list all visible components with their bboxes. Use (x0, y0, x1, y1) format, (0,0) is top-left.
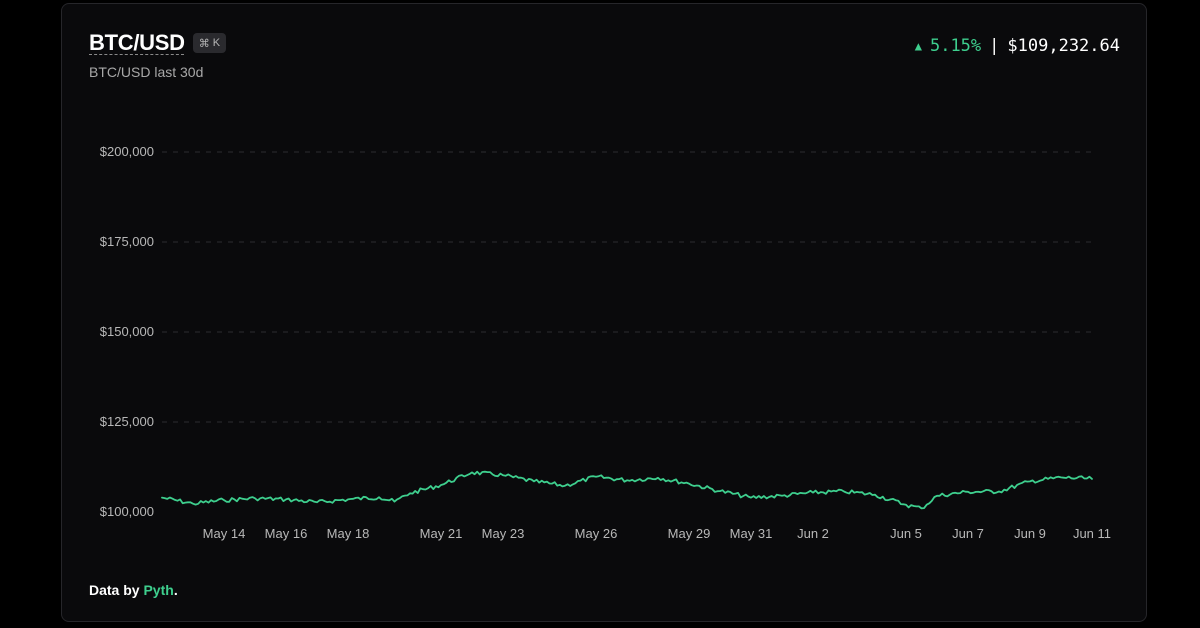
x-tick-label: May 31 (730, 526, 773, 541)
price-card: BTC/USD ⌘ K BTC/USD last 30d ▲ 5.15% | $… (61, 3, 1147, 622)
series-layer (161, 470, 1093, 510)
y-tick-label: $200,000 (100, 144, 154, 159)
y-tick-label: $100,000 (100, 504, 154, 519)
y-tick-label: $125,000 (100, 414, 154, 429)
x-tick-label: May 18 (327, 526, 370, 541)
x-tick-label: Jun 9 (1014, 526, 1046, 541)
footer-suffix: . (173, 582, 178, 598)
price-chart: $100,000 $125,000 $150,000 $175,000 $200,000… (100, 144, 1111, 541)
pyth-link[interactable]: Pyth (143, 582, 173, 598)
y-tick-label: $175,000 (100, 234, 154, 249)
x-tick-label: Jun 11 (1073, 526, 1111, 541)
x-axis-ticks: May 14 May 16 May 18 May 21 May 23 May 26 May … (203, 526, 1111, 541)
x-tick-label: Jun 2 (797, 526, 829, 541)
y-tick-label: $150,000 (100, 324, 154, 339)
x-tick-label: May 14 (203, 526, 246, 541)
x-tick-label: May 16 (265, 526, 308, 541)
series-line (161, 470, 1093, 510)
grid-lines (162, 151, 1092, 423)
x-tick-label: May 29 (668, 526, 711, 541)
x-tick-label: May 26 (575, 526, 618, 541)
footer-attribution: Data by Pyth. (89, 582, 178, 598)
footer-prefix: Data by (89, 582, 144, 598)
x-tick-label: May 23 (482, 526, 525, 541)
x-tick-label: May 21 (420, 526, 463, 541)
x-tick-label: Jun 7 (952, 526, 984, 541)
x-tick-label: Jun 5 (890, 526, 922, 541)
y-axis-ticks: $100,000 $125,000 $150,000 $175,000 $200,000 (100, 144, 154, 519)
